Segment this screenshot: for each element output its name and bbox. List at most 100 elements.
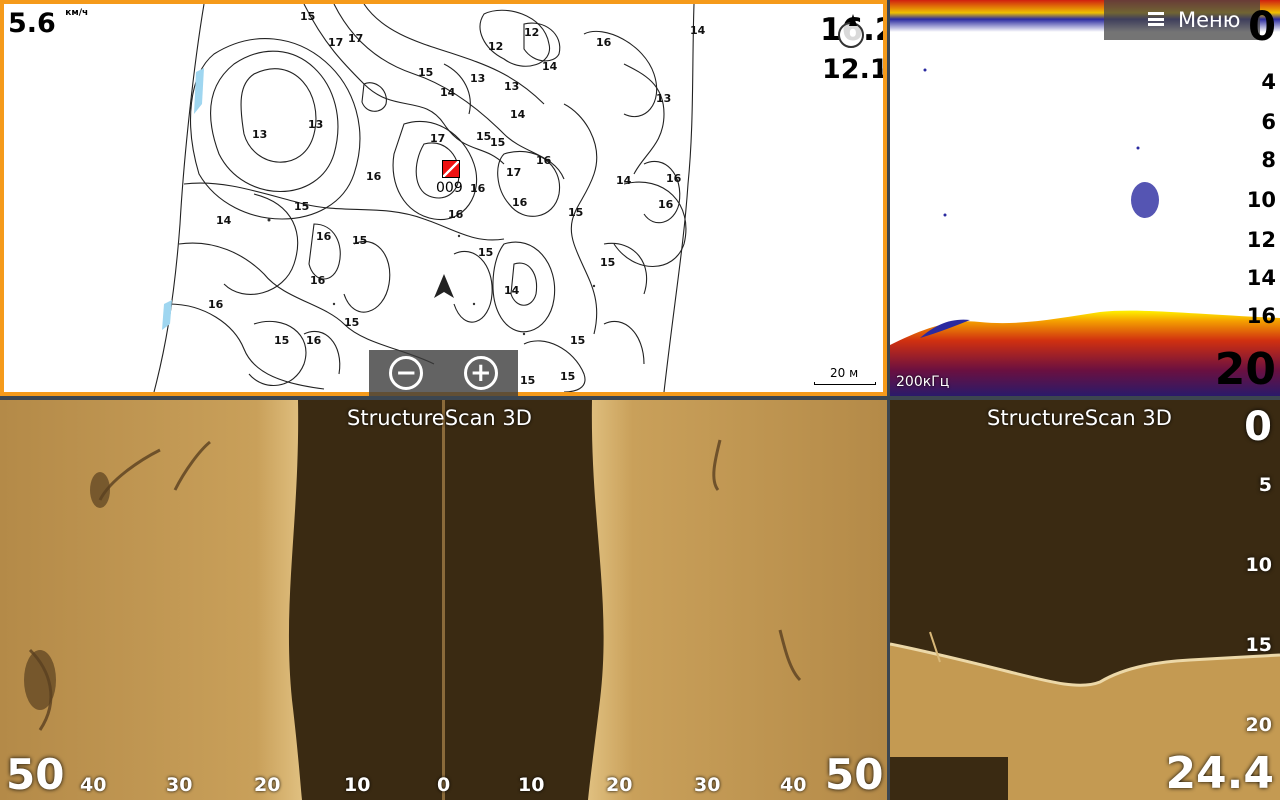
contour-depth-label: 14 — [690, 24, 706, 37]
frequency-label: 200кГц — [896, 374, 950, 390]
waypoint-marker[interactable] — [442, 160, 460, 178]
contour-depth-label: 14 — [542, 60, 558, 73]
side-range-tick: 10 — [344, 774, 371, 796]
depth-unit: м — [882, 28, 883, 39]
contour-depth-label: 14 — [216, 214, 232, 227]
down-depth-tick: 5 — [1258, 474, 1272, 496]
contour-depth-label: 13 — [252, 128, 268, 141]
down-scan-pane[interactable]: StructureScan 3D 0 5 10 15 20 24.4 — [890, 400, 1280, 800]
contour-depth-label: 15 — [344, 316, 360, 329]
secondary-readout: 12.1 — [822, 54, 887, 85]
down-depth-tick: 10 — [1245, 554, 1272, 576]
contour-depth-label: 17 — [328, 36, 344, 49]
contour-depth-label: 16 — [536, 154, 552, 167]
contour-depth-label: 14 — [616, 174, 632, 187]
sonar-range-bottom: 20 — [1214, 344, 1276, 395]
contour-depth-label: 15 — [418, 66, 434, 79]
contour-depth-label: 15 — [490, 136, 506, 149]
contour-depth-label: 16 — [310, 274, 326, 287]
side-range-tick: 30 — [166, 774, 193, 796]
contour-depth-label: 16 — [316, 230, 332, 243]
contour-depth-label: 13 — [308, 118, 324, 131]
contour-depth-label: 16 — [306, 334, 322, 347]
hamburger-icon — [1148, 12, 1164, 26]
zoom-in-button[interactable]: + — [444, 350, 519, 396]
side-range-tick: 30 — [694, 774, 721, 796]
contour-depth-label: 17 — [430, 132, 446, 145]
side-scan-image — [0, 400, 887, 800]
side-range-left: 50 — [6, 750, 65, 799]
contour-depth-label: 15 — [352, 234, 368, 247]
contour-depth-label: 13 — [470, 72, 486, 85]
contour-depth-label: 15 — [520, 374, 536, 387]
vessel-icon — [434, 274, 454, 298]
chart-pane[interactable]: 15 17 17 12 12 16 14 14 15 13 13 13 14 14 13 13 17 15 15 16… — [0, 0, 887, 396]
contour-depth-label: 14 — [510, 108, 526, 121]
menu-button[interactable]: Меню — [1104, 0, 1260, 40]
waypoint-label: 009 — [436, 180, 463, 196]
side-range-tick: 20 — [606, 774, 633, 796]
zoom-out-button[interactable]: − — [369, 350, 444, 396]
speed-value: 5.6 — [8, 8, 56, 39]
contour-depth-label: 14 — [440, 86, 456, 99]
down-scan-title: StructureScan 3D — [987, 406, 1172, 430]
side-range-tick: 40 — [80, 774, 107, 796]
contour-depth-label: 16 — [596, 36, 612, 49]
sonar-pane[interactable]: Меню 0 4 6 8 10 12 14 16 200кГц 20 — [890, 0, 1280, 396]
contour-depth-label: 15 — [478, 246, 494, 259]
contour-depth-label: 16 — [658, 198, 674, 211]
sonar-depth-tick: 16 — [1246, 304, 1276, 328]
contour-depth-label: 15 — [600, 256, 616, 269]
side-scan-pane[interactable]: StructureScan 3D 50 50 40 30 20 10 0 10 20 30 40 — [0, 400, 887, 800]
down-depth-tick: 15 — [1245, 634, 1272, 656]
contour-depth-label: 15 — [300, 10, 316, 23]
contour-depth-label: 16 — [666, 172, 682, 185]
contour-depth-label: 15 — [560, 370, 576, 383]
sonar-depth-tick: 12 — [1246, 228, 1276, 252]
sonar-echogram — [890, 0, 1280, 396]
contour-depth-label: 16 — [366, 170, 382, 183]
side-range-tick: 0 — [437, 774, 451, 796]
secondary-unit: в — [882, 66, 883, 77]
contour-depth-label: 16 — [470, 182, 486, 195]
contour-depth-label: 15 — [294, 200, 310, 213]
contour-depth-label: 16 — [448, 208, 464, 221]
contour-depth-label: 16 — [208, 298, 224, 311]
contour-depth-label: 14 — [504, 284, 520, 297]
speed-readout: 5.6 км/ч — [8, 8, 88, 39]
minus-icon: − — [389, 356, 424, 390]
zoom-controls: − + — [369, 350, 518, 396]
contour-depth-label: 12 — [488, 40, 504, 53]
side-range-right: 50 — [825, 750, 884, 799]
contour-map[interactable] — [4, 4, 883, 392]
contour-depth-label: 17 — [348, 32, 364, 45]
contour-depth-label: 17 — [506, 166, 522, 179]
contour-depth-label: 15 — [570, 334, 586, 347]
down-depth-top: 0 — [1244, 404, 1272, 450]
side-range-tick: 10 — [518, 774, 545, 796]
contour-depth-label: 15 — [274, 334, 290, 347]
side-scan-title: StructureScan 3D — [347, 406, 532, 430]
scale-bar — [814, 382, 876, 385]
down-scan-image — [890, 631, 1280, 800]
sonar-depth-tick: 8 — [1261, 148, 1276, 172]
side-range-tick: 40 — [780, 774, 807, 796]
contour-depth-label: 13 — [504, 80, 520, 93]
sonar-depth-tick: 4 — [1261, 70, 1276, 94]
contour-depth-label: 16 — [512, 196, 528, 209]
north-indicator-icon[interactable] — [838, 14, 864, 48]
down-depth-tick: 20 — [1245, 714, 1272, 736]
contour-depth-label: 15 — [568, 206, 584, 219]
sonar-depth-tick: 10 — [1246, 188, 1276, 212]
contour-depth-label: 13 — [656, 92, 672, 105]
contour-depth-label: 12 — [524, 26, 540, 39]
menu-label: Меню — [1178, 8, 1241, 32]
down-depth-reading: 24.4 — [1165, 748, 1274, 799]
speed-unit: км/ч — [65, 8, 89, 18]
plus-icon: + — [463, 356, 498, 390]
side-range-tick: 20 — [254, 774, 281, 796]
sonar-depth-tick: 14 — [1246, 266, 1276, 290]
scale-label: 20 м — [830, 366, 859, 380]
sonar-depth-tick: 6 — [1261, 110, 1276, 134]
sonar-depth-top: 0 — [1248, 4, 1276, 50]
